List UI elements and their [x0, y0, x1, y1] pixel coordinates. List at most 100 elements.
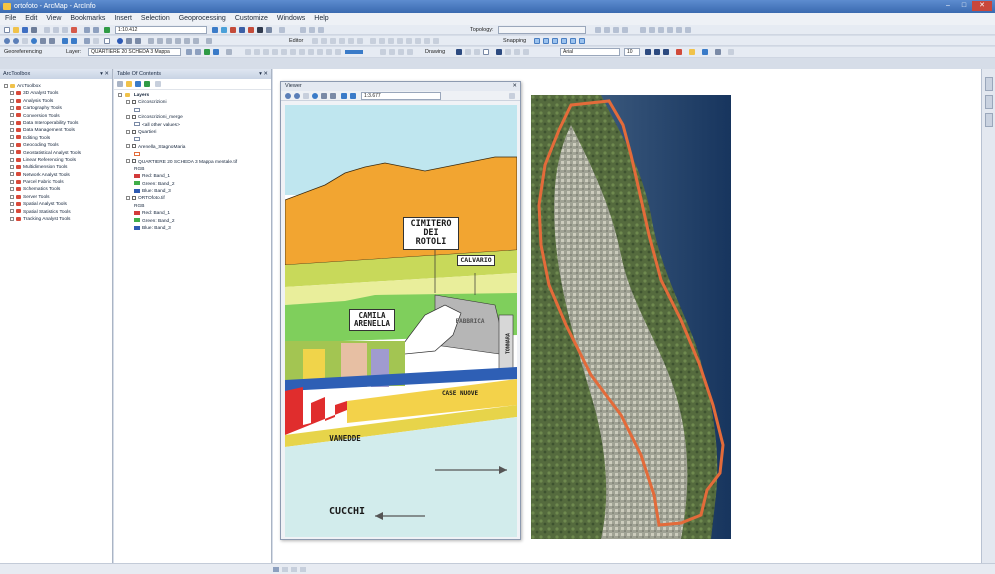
expand-icon[interactable] [10, 142, 14, 147]
toc-close-icon[interactable]: ▾ ✕ [259, 69, 268, 79]
toolbox-item[interactable]: Data Management Tools [4, 127, 112, 134]
layer-symbol-swatch[interactable] [134, 107, 140, 112]
html-popup-icon[interactable] [175, 38, 181, 44]
flicker-icon[interactable] [290, 49, 296, 55]
point-icon[interactable] [357, 38, 363, 44]
expand-icon[interactable] [10, 98, 14, 103]
shared-features-icon[interactable] [640, 27, 646, 33]
menu-geoprocessing[interactable]: Geoprocessing [179, 13, 226, 25]
trace-icon[interactable] [348, 38, 354, 44]
toolbox-item[interactable]: 3D Analyst Tools [4, 90, 112, 97]
drawing-more-icon[interactable] [728, 49, 734, 55]
toc-layer-row[interactable]: ORTOfoto.tif [118, 195, 271, 202]
menu-file[interactable]: File [5, 13, 16, 25]
tools-e-icon[interactable] [335, 49, 341, 55]
toolbox-item[interactable]: Linear Referencing Tools [4, 157, 112, 164]
validate-topology-icon[interactable] [604, 27, 610, 33]
topology-rule-icon[interactable] [318, 27, 324, 33]
expand-icon[interactable] [10, 216, 14, 221]
toolbox-item[interactable]: Geostatistical Analyst Tools [4, 150, 112, 157]
tools-a-icon[interactable] [299, 49, 305, 55]
expand-icon[interactable] [10, 113, 14, 118]
create-features-icon[interactable] [433, 38, 439, 44]
collapse-icon[interactable] [126, 114, 130, 119]
viewer-close-icon[interactable]: ✕ [512, 82, 517, 91]
rectangle-tool-icon[interactable] [483, 49, 489, 55]
show-shared-icon[interactable] [658, 27, 664, 33]
select-elements-arrow-icon[interactable] [456, 49, 462, 55]
pause-drawing-icon[interactable] [300, 567, 306, 572]
viewer-back-icon[interactable] [341, 93, 347, 99]
delete-icon[interactable] [71, 27, 77, 33]
time-slider-icon[interactable] [184, 38, 190, 44]
vertex-snapping-icon[interactable] [552, 38, 558, 44]
refresh-view-icon[interactable] [291, 567, 297, 572]
split-icon[interactable] [397, 38, 403, 44]
topology-more-icon[interactable] [685, 27, 691, 33]
list-by-source-icon[interactable] [126, 81, 132, 87]
italic-icon[interactable] [654, 49, 660, 55]
attributes-icon[interactable] [415, 38, 421, 44]
font-color-icon[interactable] [676, 49, 682, 55]
search-window-icon[interactable] [239, 27, 245, 33]
transparency-slider[interactable] [345, 50, 363, 54]
back-extent-icon[interactable] [62, 38, 68, 44]
cut-polygons-icon[interactable] [388, 38, 394, 44]
zoom-out-icon[interactable] [13, 38, 19, 44]
measure-icon[interactable] [157, 38, 163, 44]
save-icon[interactable] [22, 27, 28, 33]
menu-selection[interactable]: Selection [141, 13, 170, 25]
forward-extent-icon[interactable] [71, 38, 77, 44]
swipe-icon[interactable] [281, 49, 287, 55]
find-route-icon[interactable] [135, 38, 141, 44]
new-document-icon[interactable] [4, 27, 10, 33]
menu-windows[interactable]: Windows [277, 13, 305, 25]
toc-layer-row[interactable]: Circoscrizioni [118, 99, 271, 106]
error-inspector-icon[interactable] [622, 27, 628, 33]
print-icon[interactable] [31, 27, 37, 33]
marker-color-icon[interactable] [715, 49, 721, 55]
viewer-full-extent-icon[interactable] [312, 93, 318, 99]
text-dropdown-icon[interactable] [505, 49, 511, 55]
layer-symbol-swatch[interactable] [134, 122, 140, 127]
undo-icon[interactable] [84, 27, 90, 33]
viewer-scale-box[interactable]: 1:3.677 [361, 92, 441, 100]
help-icon[interactable] [279, 27, 285, 33]
toc-window-icon[interactable] [221, 27, 227, 33]
dynamic-range-icon[interactable] [398, 49, 404, 55]
select-features-icon[interactable] [84, 38, 90, 44]
map-scale-box[interactable]: 1:10.412 [115, 26, 207, 34]
resample-icon[interactable] [407, 49, 413, 55]
underline-icon[interactable] [663, 49, 669, 55]
expand-icon[interactable] [10, 194, 14, 199]
splined-text-icon[interactable] [523, 49, 529, 55]
menu-help[interactable]: Help [314, 13, 328, 25]
results-tab-icon[interactable] [985, 113, 993, 127]
maximize-button[interactable]: □ [956, 1, 972, 11]
toc-options-icon[interactable] [155, 81, 161, 87]
list-by-drawing-order-icon[interactable] [117, 81, 123, 87]
rotate-raster-icon[interactable] [186, 49, 192, 55]
expand-icon[interactable] [10, 91, 14, 96]
toc-layers-root[interactable]: Layers [118, 92, 271, 99]
construct-features-icon[interactable] [595, 27, 601, 33]
intersection-snapping-icon[interactable] [570, 38, 576, 44]
layer-visibility-checkbox[interactable] [132, 196, 136, 201]
editor-dropdown-icon[interactable] [206, 38, 212, 44]
toolbox-item[interactable]: Conversion Tools [4, 113, 112, 120]
collapse-icon[interactable] [126, 159, 130, 164]
dirty-areas-icon[interactable] [676, 27, 682, 33]
expand-icon[interactable] [10, 128, 14, 133]
contrast-icon[interactable] [254, 49, 260, 55]
tools-d-icon[interactable] [326, 49, 332, 55]
add-data-icon[interactable] [104, 27, 110, 33]
menu-view[interactable]: View [46, 13, 61, 25]
topology-tool-icon[interactable] [300, 27, 306, 33]
toc-layer-row[interactable]: Circoscrizioni_merge [118, 114, 271, 121]
toolbox-item[interactable]: Tracking Analyst Tools [4, 216, 112, 223]
gamma-icon[interactable] [389, 49, 395, 55]
toolbox-item[interactable]: Analysis Tools [4, 98, 112, 105]
toolbox-item[interactable]: Network Analyst Tools [4, 172, 112, 179]
copy-icon[interactable] [53, 27, 59, 33]
viewer-window[interactable]: Viewer ✕ 1:3.677 CIMITERO DEI ROTOLI CAL… [280, 81, 521, 540]
